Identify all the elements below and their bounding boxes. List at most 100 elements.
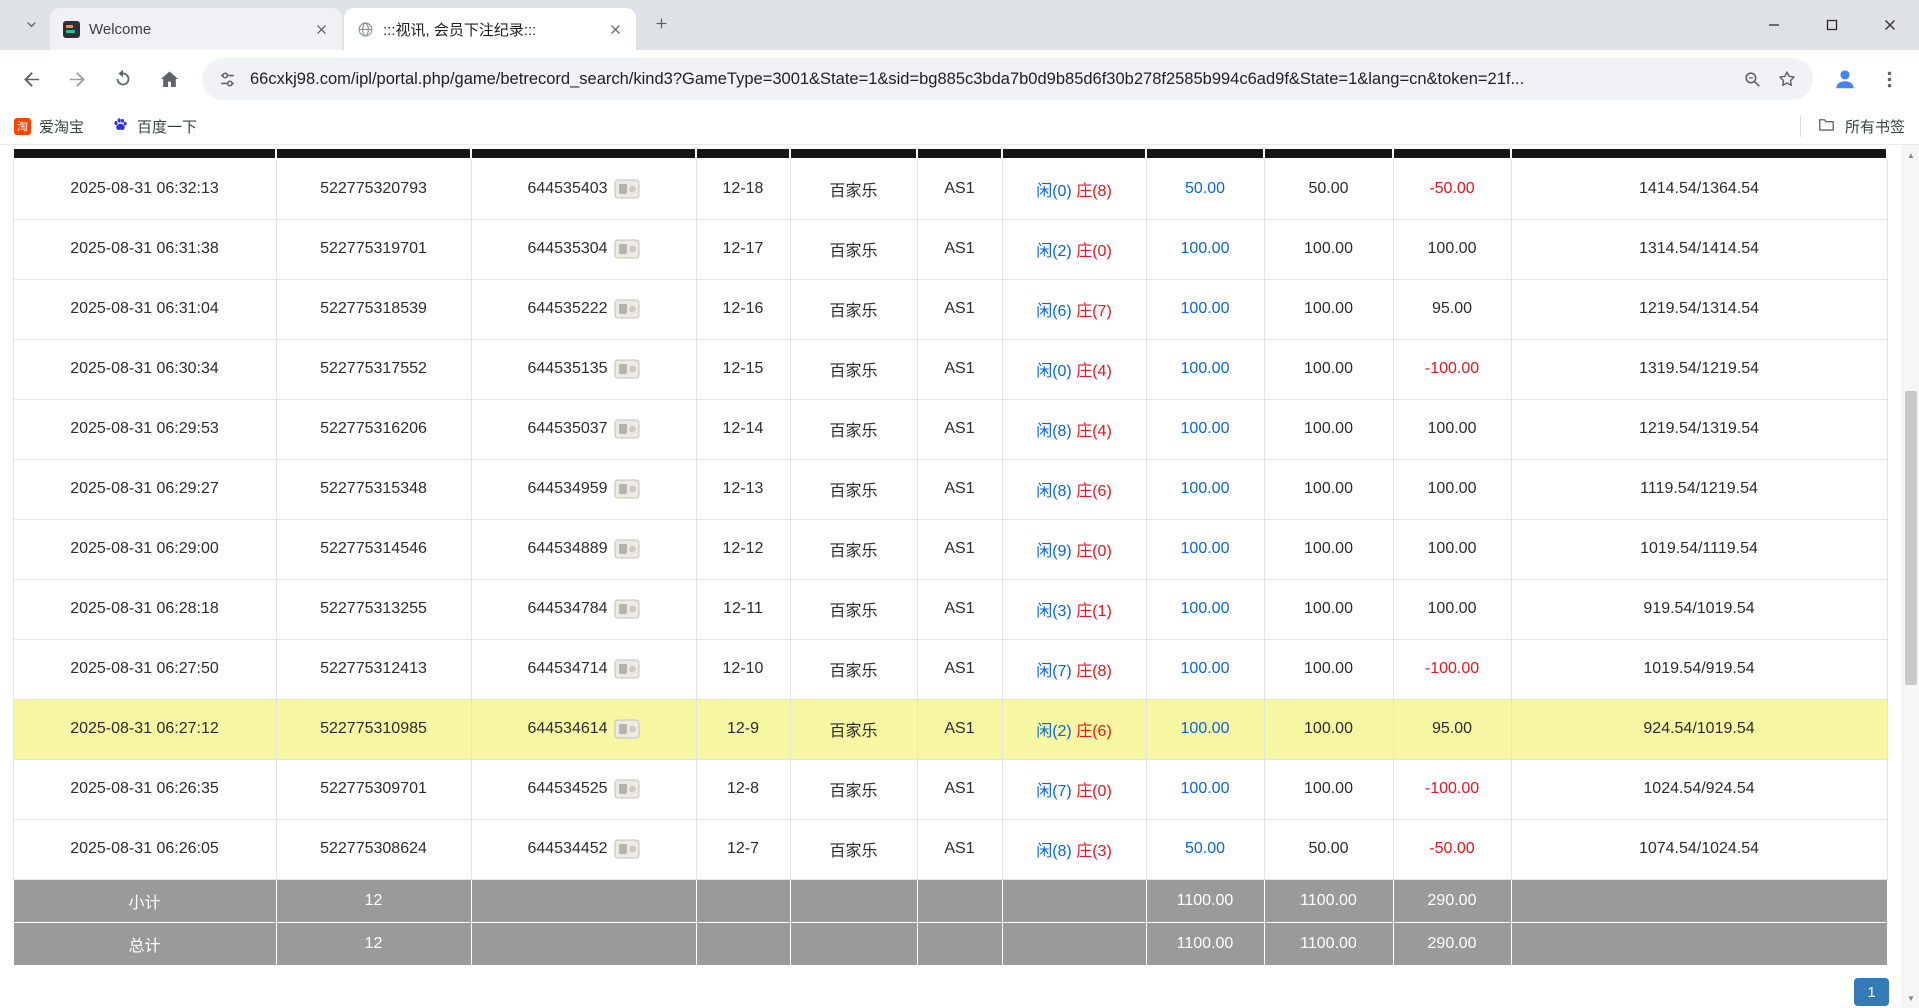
cell-bet-amount: 100.00 (1146, 279, 1264, 339)
cell-bet-amount: 100.00 (1146, 639, 1264, 699)
table-row[interactable]: 2025-08-31 06:27:12 522775310985 6445346… (13, 699, 1887, 759)
address-bar[interactable]: 66cxkj98.com/ipl/portal.php/game/betreco… (202, 58, 1813, 100)
cell-game-type: 百家乐 (790, 699, 917, 759)
cell-win-loss: -100.00 (1393, 639, 1511, 699)
vertical-scrollbar[interactable]: ▲ ▼ (1902, 145, 1919, 1008)
tab-welcome[interactable]: Welcome (50, 8, 342, 50)
table-row[interactable]: 2025-08-31 06:31:38 522775319701 6445353… (13, 219, 1887, 279)
cell-balance: 1414.54/1364.54 (1511, 159, 1887, 219)
game-replay-icon[interactable] (614, 179, 640, 199)
subtotal-count: 12 (276, 879, 471, 922)
total-bet: 1100.00 (1146, 922, 1264, 965)
bookmark-baidu[interactable]: 百度一下 (112, 116, 197, 137)
back-button[interactable] (10, 58, 52, 100)
cell-bet-amount: 100.00 (1146, 219, 1264, 279)
cell-time: 2025-08-31 06:31:38 (13, 219, 276, 279)
zoom-icon[interactable] (1741, 68, 1764, 91)
player-result: 闲(8) (1036, 423, 1072, 440)
cell-order-no: 522775320793 (276, 159, 471, 219)
table-row[interactable]: 2025-08-31 06:29:00 522775314546 6445348… (13, 519, 1887, 579)
cell-win-loss: 100.00 (1393, 219, 1511, 279)
cell-time: 2025-08-31 06:31:04 (13, 279, 276, 339)
new-tab-button[interactable] (644, 8, 678, 42)
cell-bet-amount: 100.00 (1146, 399, 1264, 459)
cell-bet-amount: 100.00 (1146, 459, 1264, 519)
cell-round: 12-14 (696, 399, 790, 459)
game-replay-icon[interactable] (614, 839, 640, 859)
table-row[interactable]: 2025-08-31 06:30:34 522775317552 6445351… (13, 339, 1887, 399)
banker-result: 庄(3) (1076, 843, 1112, 860)
pagination-page-1-button[interactable]: 1 (1854, 978, 1889, 1006)
cell-valid-amount: 100.00 (1264, 639, 1393, 699)
maximize-button[interactable] (1803, 0, 1861, 50)
site-settings-icon[interactable] (216, 68, 239, 91)
cell-result: 闲(2) 庄(6) (1002, 699, 1146, 759)
game-replay-icon[interactable] (614, 479, 640, 499)
bookmark-star-icon[interactable] (1775, 67, 1799, 91)
game-replay-icon[interactable] (614, 659, 640, 679)
cell-round: 12-7 (696, 819, 790, 879)
cell-game-type: 百家乐 (790, 639, 917, 699)
game-replay-icon[interactable] (614, 239, 640, 259)
scroll-down-arrow-icon[interactable]: ▼ (1903, 990, 1919, 1006)
cell-result: 闲(8) 庄(6) (1002, 459, 1146, 519)
banker-result: 庄(0) (1076, 543, 1112, 560)
cell-balance: 1074.54/1024.54 (1511, 819, 1887, 879)
close-window-button[interactable] (1861, 0, 1919, 50)
cell-order-no: 522775315348 (276, 459, 471, 519)
cell-order-no: 522775312413 (276, 639, 471, 699)
cell-game-no: 644535135 (471, 339, 696, 399)
cell-result: 闲(2) 庄(0) (1002, 219, 1146, 279)
cell-valid-amount: 50.00 (1264, 819, 1393, 879)
tab-close-icon[interactable] (310, 18, 332, 40)
cell-game-type: 百家乐 (790, 579, 917, 639)
cell-result: 闲(8) 庄(4) (1002, 399, 1146, 459)
bookmark-label: 爱淘宝 (39, 116, 84, 137)
all-bookmarks[interactable]: 所有书签 (1800, 115, 1905, 137)
cell-win-loss: -50.00 (1393, 819, 1511, 879)
game-replay-icon[interactable] (614, 539, 640, 559)
game-replay-icon[interactable] (614, 779, 640, 799)
profile-avatar[interactable] (1825, 59, 1865, 99)
tab-search-button[interactable] (14, 9, 48, 43)
total-winloss: 290.00 (1393, 922, 1511, 965)
table-row[interactable]: 2025-08-31 06:29:53 522775316206 6445350… (13, 399, 1887, 459)
game-replay-icon[interactable] (614, 299, 640, 319)
table-header-cell (1146, 149, 1264, 159)
cell-balance: 919.54/1019.54 (1511, 579, 1887, 639)
table-header-cell (696, 149, 790, 159)
table-row[interactable]: 2025-08-31 06:26:05 522775308624 6445344… (13, 819, 1887, 879)
cell-time: 2025-08-31 06:29:00 (13, 519, 276, 579)
banker-result: 庄(7) (1076, 303, 1112, 320)
browser-toolbar: 66cxkj98.com/ipl/portal.php/game/betreco… (0, 50, 1919, 108)
forward-button[interactable] (56, 58, 98, 100)
player-result: 闲(6) (1036, 303, 1072, 320)
game-number: 644535304 (527, 240, 607, 257)
reload-button[interactable] (102, 58, 144, 100)
cell-time: 2025-08-31 06:26:35 (13, 759, 276, 819)
table-row[interactable]: 2025-08-31 06:31:04 522775318539 6445352… (13, 279, 1887, 339)
cell-result: 闲(3) 庄(1) (1002, 579, 1146, 639)
home-button[interactable] (148, 58, 190, 100)
cell-order-no: 522775318539 (276, 279, 471, 339)
table-row[interactable]: 2025-08-31 06:28:18 522775313255 6445347… (13, 579, 1887, 639)
bookmark-aitaobao[interactable]: 淘 爱淘宝 (14, 116, 84, 137)
tab-bet-record[interactable]: :::视讯, 会员下注纪录::: (344, 8, 636, 50)
game-replay-icon[interactable] (614, 719, 640, 739)
game-replay-icon[interactable] (614, 419, 640, 439)
game-replay-icon[interactable] (614, 599, 640, 619)
scrollbar-thumb[interactable] (1905, 391, 1917, 685)
browser-menu-button[interactable] (1869, 59, 1909, 99)
game-number: 644534784 (527, 600, 607, 617)
banker-result: 庄(8) (1076, 183, 1112, 200)
cell-game-type: 百家乐 (790, 759, 917, 819)
table-row[interactable]: 2025-08-31 06:32:13 522775320793 6445354… (13, 159, 1887, 219)
scroll-up-arrow-icon[interactable]: ▲ (1903, 147, 1919, 163)
table-row[interactable]: 2025-08-31 06:27:50 522775312413 6445347… (13, 639, 1887, 699)
tab-close-icon[interactable] (604, 18, 626, 40)
game-replay-icon[interactable] (614, 359, 640, 379)
minimize-button[interactable] (1745, 0, 1803, 50)
cell-round: 12-18 (696, 159, 790, 219)
table-row[interactable]: 2025-08-31 06:26:35 522775309701 6445345… (13, 759, 1887, 819)
table-row[interactable]: 2025-08-31 06:29:27 522775315348 6445349… (13, 459, 1887, 519)
